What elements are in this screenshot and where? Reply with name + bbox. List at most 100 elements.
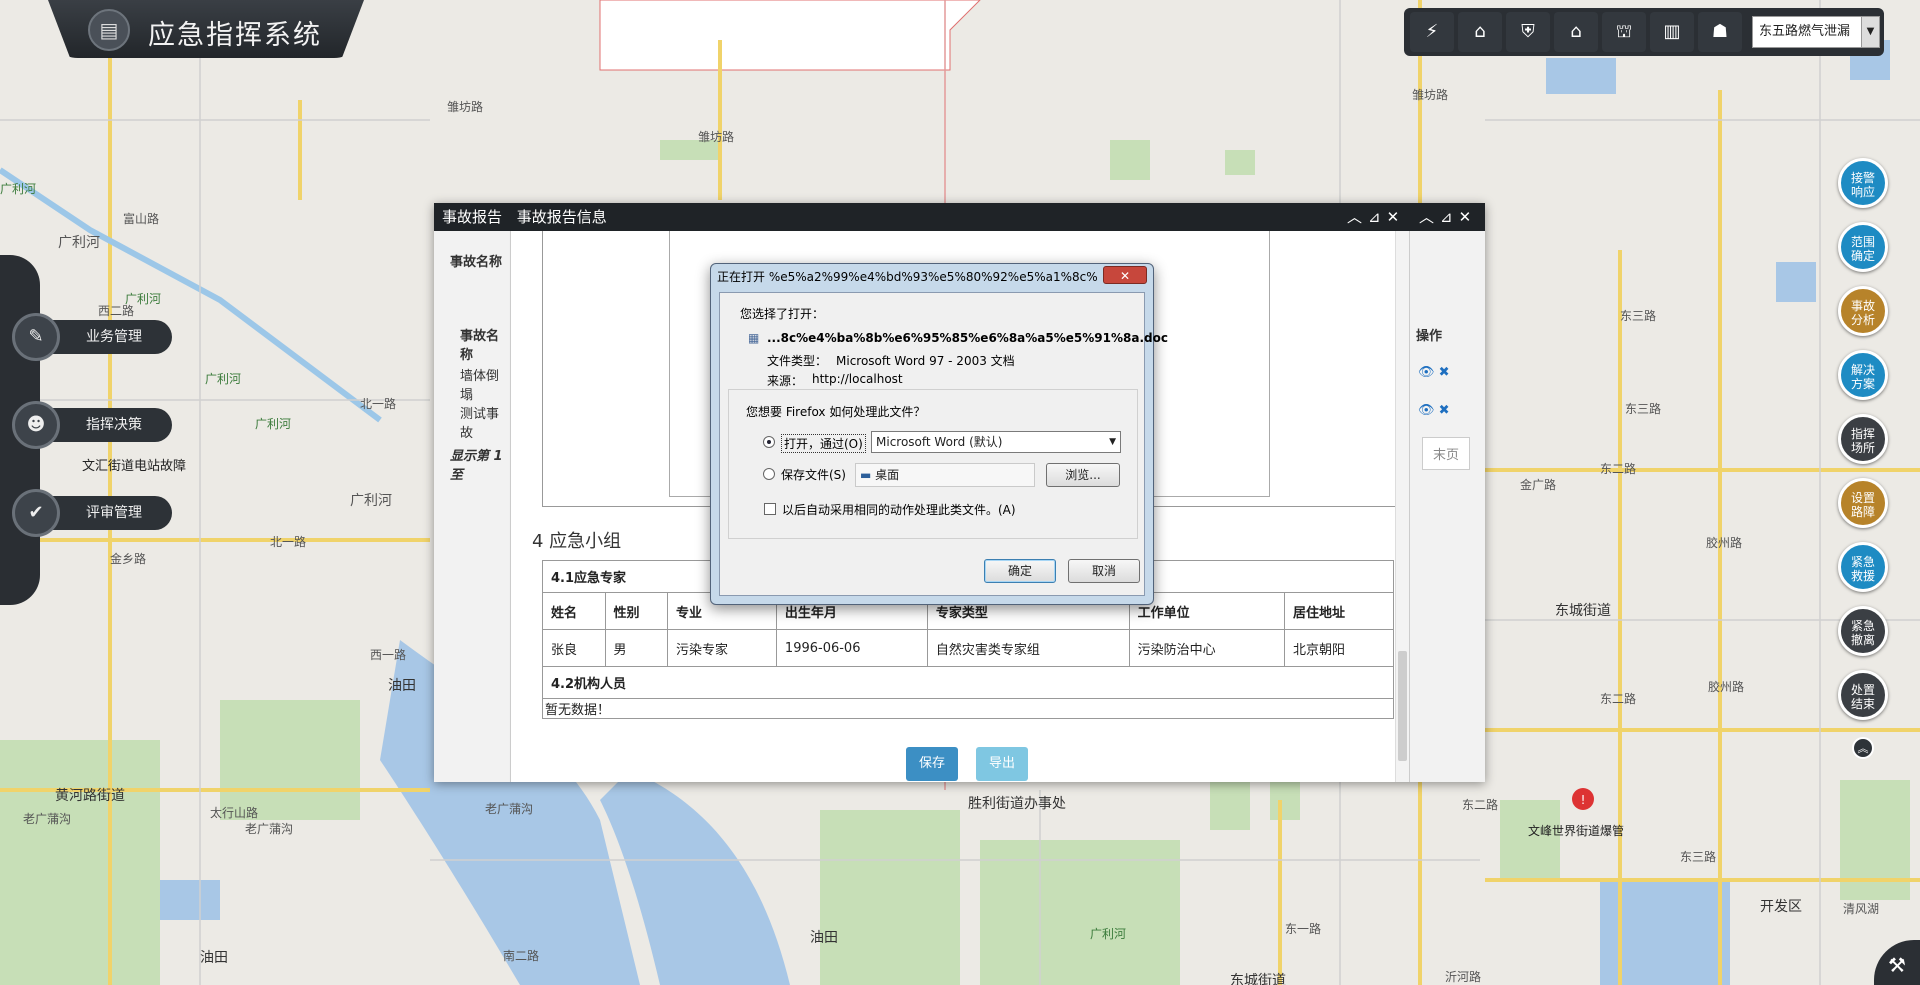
home-icon[interactable]: ⌂ (1554, 12, 1598, 52)
save-button[interactable]: 保存 (906, 747, 958, 781)
nav-business-management[interactable]: ✎ 业务管理 (12, 313, 172, 361)
dialog-tab-report[interactable]: 事故报告 (442, 208, 502, 226)
map-label: 油田 (388, 678, 416, 694)
cancel-button[interactable]: 取消 (1068, 559, 1140, 583)
table-cell: 污染防治中心 (1128, 629, 1286, 667)
house-shield-icon[interactable]: ⌂ (1458, 12, 1502, 52)
chevron-down-icon[interactable]: ▼ (1861, 17, 1879, 47)
map-label: 南二路 (503, 949, 540, 963)
lightning-icon[interactable]: ⚡ (1410, 12, 1454, 52)
right-btn-solution[interactable]: 解决 方案 (1838, 350, 1888, 400)
remember-label[interactable]: 以后自动采用相同的动作处理此类文件。(A) (782, 501, 1016, 518)
right-btn-roadblock[interactable]: 设置 路障 (1838, 478, 1888, 528)
chevron-down-icon[interactable]: ▼ (1109, 432, 1116, 452)
right-btn-range-confirm[interactable]: 范围 确定 (1838, 222, 1888, 272)
right-btn-evacuate[interactable]: 紧急 撤离 (1838, 606, 1888, 656)
right-btn-line1: 解决 (1850, 363, 1875, 377)
last-page-button[interactable]: 末页 (1422, 437, 1471, 470)
col-header: 性别 (604, 592, 668, 630)
shield-icon[interactable]: ⛨ (1506, 12, 1550, 52)
collapse-up-icon[interactable]: ︽ (1852, 737, 1874, 759)
people-icon[interactable]: ☗ (1698, 12, 1742, 52)
ff-content: 您选择了打开： ▦ ...8c%e4%ba%8b%e6%95%85%e6%8a%… (719, 292, 1168, 596)
right-btn-line2: 救援 (1850, 569, 1875, 583)
view-delete-icons[interactable]: 👁 ✖ (1418, 365, 1450, 380)
incident-select[interactable]: 东五路燃气泄漏 ▼ (1752, 16, 1880, 48)
map-label: 油田 (200, 950, 228, 966)
table-cell: 1996-06-06 (775, 629, 928, 667)
right-btn-receive-alarm[interactable]: 接警 响应 (1838, 158, 1888, 208)
accident-name-label: 事故名称 (450, 255, 503, 270)
table-cell: 自然灾害类专家组 (926, 629, 1130, 667)
clipboard-icon: ✔ (12, 489, 60, 537)
list-item[interactable]: 墙体倒塌 (460, 365, 509, 403)
ok-button[interactable]: 确定 (984, 559, 1056, 583)
close-button[interactable]: ✕ (1103, 266, 1147, 284)
view-delete-icons[interactable]: 👁 ✖ (1418, 403, 1450, 418)
window-controls-front[interactable]: ︿⊿✕ (1419, 203, 1477, 231)
remember-checkbox[interactable] (764, 503, 776, 515)
incident-select-value: 东五路燃气泄漏 (1759, 24, 1851, 39)
map-label: 北一路 (270, 535, 307, 549)
map-label: 文峰世界街道爆管 (1528, 824, 1625, 838)
table-cell: 污染专家 (667, 629, 777, 667)
right-btn-line1: 指挥 (1850, 427, 1875, 441)
col-header: 姓名 (542, 592, 606, 630)
save-path-field: ▬ 桌面 (855, 463, 1035, 487)
building-icon[interactable]: ▥ (1650, 12, 1694, 52)
map-label: 清风湖 (1843, 902, 1880, 916)
open-with-label[interactable]: 打开，通过(O) (781, 434, 866, 453)
map-label: 雏坊路 (447, 100, 484, 114)
section-title: 4 应急小组 (532, 531, 622, 552)
desktop-icon: ▬ (860, 468, 872, 482)
map-label: 胜利街道办事处 (968, 796, 1066, 812)
map-label: 东城街道 (1230, 973, 1286, 985)
right-btn-line1: 紧急 (1850, 619, 1875, 633)
export-button[interactable]: 导出 (976, 747, 1028, 781)
report-scrollbar[interactable] (1395, 231, 1409, 782)
right-btn-line2: 结束 (1850, 697, 1875, 711)
right-btn-finish[interactable]: 处置 结束 (1838, 670, 1888, 720)
list-item[interactable]: 测试事故 (460, 403, 509, 441)
table-row: 张良 男 污染专家 1996-06-06 自然灾害类专家组 污染防治中心 北京朝… (542, 629, 1394, 667)
open-with-radio[interactable] (763, 436, 775, 448)
map-label: 沂河路 (1445, 970, 1482, 984)
save-path-value: 桌面 (875, 468, 900, 482)
right-btn-command-site[interactable]: 指挥 场所 (1838, 414, 1888, 464)
right-btn-line2: 场所 (1850, 441, 1875, 455)
open-with-app-select[interactable]: Microsoft Word (默认) ▼ (871, 431, 1121, 453)
map-label: 广利河 (255, 417, 292, 431)
scrollbar-thumb[interactable] (1398, 651, 1407, 761)
map-label: 胶州路 (1706, 536, 1743, 550)
map-label: 老广蒲沟 (485, 802, 534, 816)
nav-review-management[interactable]: ✔ 评审管理 (12, 489, 172, 537)
map-label: 雏坊路 (1412, 88, 1449, 102)
dialog-tab-report-info[interactable]: 事故报告信息 (517, 208, 607, 226)
right-btn-rescue[interactable]: 紧急 救援 (1838, 542, 1888, 592)
ff-question: 您想要 Firefox 如何处理此文件？ (744, 403, 928, 420)
map-label: 东三路 (1680, 850, 1717, 864)
right-btn-line2: 响应 (1850, 185, 1875, 199)
map-label: 老广蒲沟 (245, 822, 294, 836)
browse-button[interactable]: 浏览... (1046, 463, 1120, 487)
right-btn-accident-analysis[interactable]: 事故 分析 (1838, 286, 1888, 336)
map-label: 老广蒲沟 (23, 812, 72, 826)
ff-source-label: 来源： (767, 374, 804, 388)
window-controls-back[interactable]: ︿⊿✕ (1347, 203, 1405, 231)
save-file-label[interactable]: 保存文件(S) (781, 466, 846, 483)
word-doc-icon: ▦ (748, 331, 760, 345)
right-btn-line1: 处置 (1850, 683, 1875, 697)
map-label: 太行山路 (210, 806, 259, 820)
table-cell: 男 (604, 629, 668, 667)
right-btn-line1: 接警 (1850, 171, 1875, 185)
col-accident-name: 事故名称 (460, 329, 500, 363)
save-file-radio[interactable] (763, 468, 775, 480)
map-label: 富山路 (123, 212, 160, 226)
underlying-list-left: 事故名称 事故名称 墙体倒塌 测试事故 显示第 1 至 (434, 231, 509, 782)
map-label: 东二路 (1462, 798, 1499, 812)
map-label: 东城街道 (1555, 603, 1611, 619)
map-label: 雏坊路 (698, 130, 735, 144)
dialog-header[interactable]: 事故报告 事故报告信息 ︿⊿✕ ︿⊿✕ (434, 203, 1485, 231)
nav-command-decision[interactable]: ☻ 指挥决策 (12, 401, 172, 449)
bank-icon[interactable]: ⛫ (1602, 12, 1646, 52)
